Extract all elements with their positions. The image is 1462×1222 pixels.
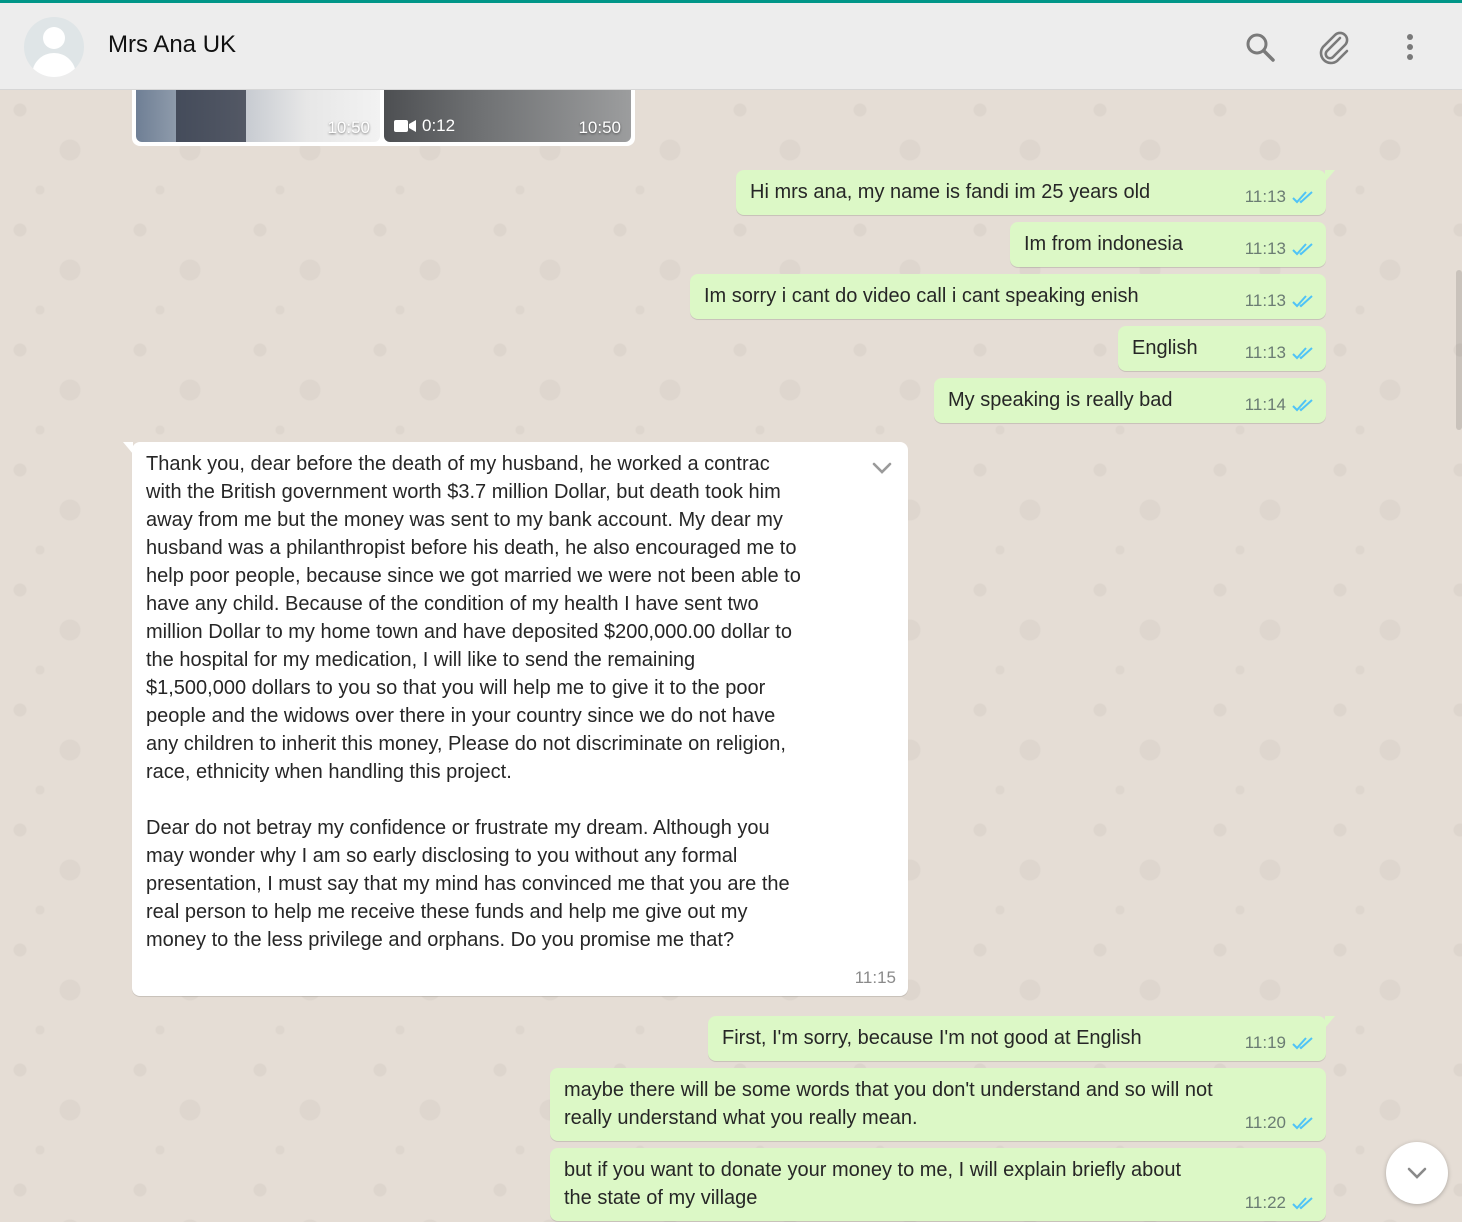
chat-panel[interactable]: 10:50 0:12 10:50 Hi mrs ana, my name is … — [0, 90, 1462, 1222]
message-text: My speaking is really bad — [948, 389, 1173, 411]
contact-name[interactable]: Mrs Ana UK — [108, 31, 236, 59]
message-text: but if you want to donate your money to … — [564, 1159, 1182, 1209]
message-outgoing[interactable]: Im sorry i cant do video call i cant spe… — [690, 274, 1326, 319]
message-outgoing[interactable]: maybe there will be some words that you … — [550, 1068, 1326, 1141]
search-icon[interactable] — [1242, 29, 1278, 65]
menu-icon[interactable] — [1392, 29, 1428, 65]
message-time: 11:22 — [1244, 1193, 1286, 1212]
message-meta: 11:13 — [1245, 287, 1314, 315]
media-time: 10:50 — [578, 118, 621, 137]
message-text: Im sorry i cant do video call i cant spe… — [704, 285, 1139, 307]
message-meta: 11:15 — [855, 964, 896, 992]
message-meta: 11:20 — [1245, 1109, 1314, 1137]
message-meta: 11:14 — [1245, 391, 1314, 419]
message-text: First, I'm sorry, because I'm not good a… — [722, 1027, 1142, 1049]
read-receipt-icon — [1292, 399, 1313, 412]
read-receipt-icon — [1292, 1037, 1313, 1050]
message-meta: 11:13 — [1245, 339, 1314, 367]
message-text: Im from indonesia — [1024, 233, 1183, 255]
read-receipt-icon — [1292, 1197, 1313, 1210]
message-text: maybe there will be some words that you … — [564, 1079, 1213, 1129]
message-time: 11:13 — [1244, 291, 1286, 310]
chat-header: Mrs Ana UK — [0, 0, 1462, 90]
video-camera-icon — [394, 120, 416, 132]
message-time: 11:15 — [854, 968, 896, 987]
message-text: Thank you, dear before the death of my h… — [146, 453, 801, 951]
read-receipt-icon — [1292, 1117, 1313, 1130]
scroll-to-bottom-button[interactable] — [1386, 1142, 1448, 1204]
message-time: 11:13 — [1244, 239, 1286, 258]
chevron-down-icon[interactable] — [868, 454, 896, 482]
message-text: English — [1132, 337, 1198, 359]
message-outgoing[interactable]: English 11:13 — [1118, 326, 1326, 371]
read-receipt-icon — [1292, 243, 1313, 256]
message-time: 11:20 — [1244, 1113, 1286, 1132]
message-incoming[interactable]: Thank you, dear before the death of my h… — [123, 442, 908, 996]
message-meta: 11:13 — [1245, 183, 1314, 211]
message-outgoing[interactable]: Hi mrs ana, my name is fandi im 25 years… — [736, 170, 1335, 215]
message-outgoing[interactable]: but if you want to donate your money to … — [550, 1148, 1326, 1221]
message-outgoing[interactable]: First, I'm sorry, because I'm not good a… — [708, 1016, 1335, 1061]
message-time: 11:19 — [1244, 1033, 1286, 1052]
message-time: 11:14 — [1244, 395, 1286, 414]
message-text: Hi mrs ana, my name is fandi im 25 years… — [750, 181, 1151, 203]
message-time: 11:13 — [1244, 343, 1286, 362]
attach-icon[interactable] — [1316, 29, 1352, 65]
message-meta: 11:22 — [1245, 1189, 1314, 1217]
person-icon — [43, 27, 65, 49]
message-time: 11:13 — [1244, 187, 1286, 206]
video-duration: 0:12 — [394, 116, 455, 136]
video-thumbnail[interactable]: 0:12 10:50 — [384, 90, 631, 142]
contact-avatar[interactable] — [24, 17, 84, 77]
chat-scrollbar[interactable] — [1456, 270, 1462, 430]
read-receipt-icon — [1292, 191, 1313, 204]
image-thumbnail[interactable]: 10:50 — [136, 90, 380, 142]
read-receipt-icon — [1292, 347, 1313, 360]
media-message: 10:50 0:12 10:50 — [132, 90, 635, 146]
message-outgoing[interactable]: Im from indonesia 11:13 — [1010, 222, 1326, 267]
message-meta: 11:13 — [1245, 235, 1314, 263]
chevron-down-icon — [1407, 1167, 1427, 1179]
message-meta: 11:19 — [1245, 1029, 1314, 1057]
media-time: 10:50 — [327, 118, 370, 137]
message-outgoing[interactable]: My speaking is really bad 11:14 — [934, 378, 1326, 423]
read-receipt-icon — [1292, 295, 1313, 308]
